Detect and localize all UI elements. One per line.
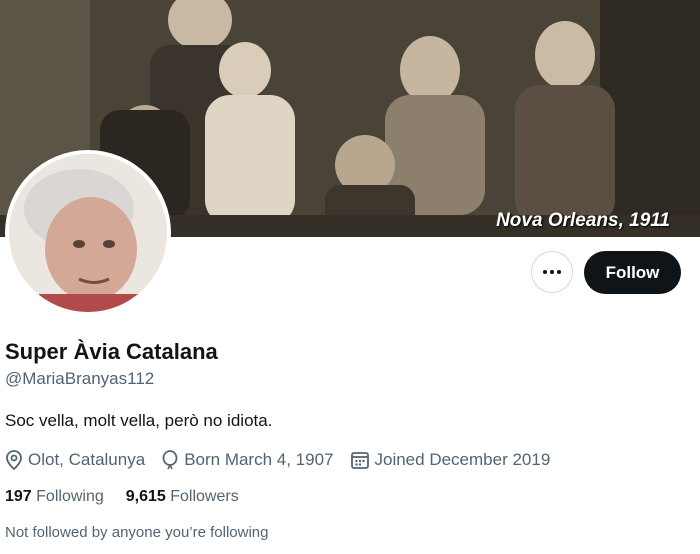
avatar[interactable] (5, 150, 171, 316)
banner-caption: Nova Orleans, 1911 (496, 210, 670, 231)
avatar-photo (9, 154, 167, 312)
following-count: 197 (5, 488, 32, 505)
display-name: Super Àvia Catalana (5, 339, 218, 364)
balloon-icon (162, 450, 178, 470)
followers-count: 9,615 (125, 488, 166, 505)
birth-item: Born March 4, 1907 (161, 450, 334, 470)
joined-item: Joined December 2019 (350, 450, 551, 470)
birth-text: Born March 4, 1907 (184, 450, 334, 469)
more-options-button[interactable] (531, 251, 573, 293)
joined-text: Joined December 2019 (374, 450, 551, 469)
bio: Soc vella, molt vella, però no idiota. (5, 411, 273, 430)
following-link[interactable]: 197 Following (5, 488, 104, 506)
follow-counts: 197 Following 9,615 Followers (5, 488, 261, 506)
following-label: Following (36, 488, 104, 505)
more-horizontal-icon (543, 270, 561, 274)
location-item: Olot, Catalunya (5, 450, 145, 470)
social-context: Not followed by anyone you’re following (5, 524, 269, 541)
profile-meta: Olot, Catalunya Born March 4, 1907 Joine… (5, 450, 566, 470)
followers-label: Followers (170, 488, 239, 505)
location-text: Olot, Catalunya (28, 450, 146, 469)
calendar-icon (350, 452, 369, 469)
followers-link[interactable]: 9,615 Followers (126, 488, 239, 506)
user-handle: @MariaBranyas112 (5, 369, 155, 388)
follow-button[interactable]: Follow (584, 251, 681, 294)
location-pin-icon (6, 450, 22, 470)
